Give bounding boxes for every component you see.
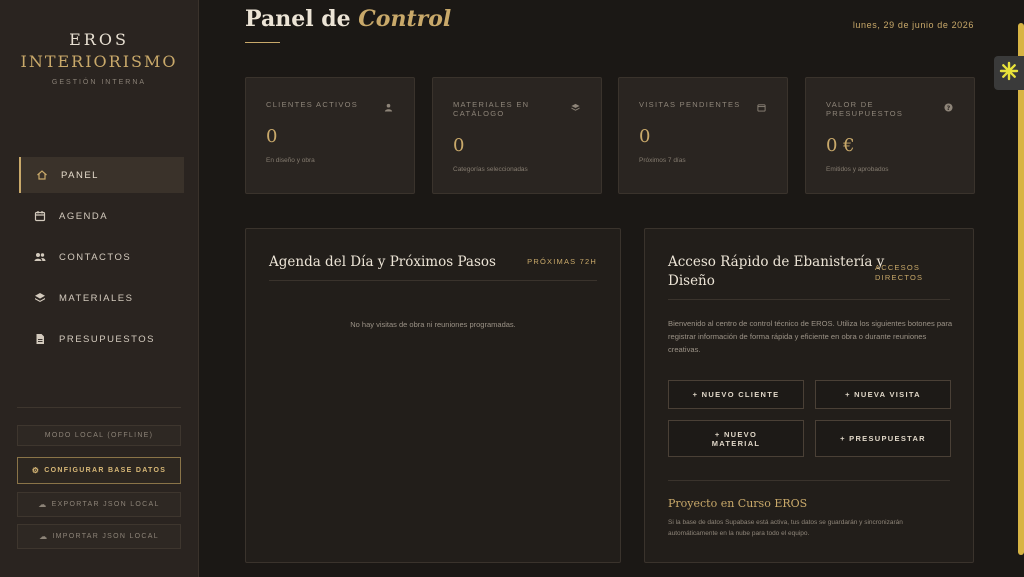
import-json-button[interactable]: ☁ IMPORTAR JSON LOCAL (17, 524, 181, 549)
export-json-button[interactable]: ☁ EXPORTAR JSON LOCAL (17, 492, 181, 517)
brand-tagline: GESTIÓN INTERNA (51, 79, 147, 86)
calendar-icon (757, 99, 767, 112)
sidebar-nav: PANEL AGENDA CONTACTOS MATERIALES PRESUP… (19, 157, 184, 362)
current-date: lunes, 29 de junio de 2026 (852, 20, 974, 30)
configure-database-label: CONFIGURAR BASE DATOS (44, 467, 167, 474)
stat-label: VISITAS PENDIENTES (639, 100, 741, 109)
agenda-panel: Agenda del Día y Próximos Pasos PRÓXIMAS… (245, 228, 621, 563)
main-content: Panel de Control lunes, 29 de junio de 2… (199, 0, 1024, 577)
stat-value: 0 € (826, 135, 855, 156)
title-underline (245, 42, 280, 43)
layers-icon (571, 99, 581, 111)
stat-description: Categorías seleccionadas (453, 166, 528, 173)
quick-access-tag-line2: DIRECTOS (875, 273, 924, 282)
import-json-label: IMPORTAR JSON LOCAL (52, 533, 159, 540)
stat-description: Próximos 7 días (639, 157, 686, 164)
quick-access-tag-line1: ACCESOS (875, 263, 921, 272)
sidebar-item-contactos[interactable]: CONTACTOS (19, 239, 184, 275)
stat-label: VALOR DE PRESUPUESTOS (826, 100, 904, 118)
document-icon (33, 332, 47, 346)
export-json-label: EXPORTAR JSON LOCAL (51, 501, 160, 508)
new-client-button[interactable]: + NUEVO CLIENTE (668, 380, 804, 409)
stat-label: CLIENTES ACTIVOS (266, 100, 359, 109)
agenda-empty-message: No hay visitas de obra ni reuniones prog… (350, 320, 516, 329)
brand-name: EROS (69, 30, 129, 49)
quick-access-title-line1: Acceso Rápido de Ebanistería y (668, 254, 885, 270)
quick-access-intro: Bienvenido al centro de control técnico … (668, 319, 953, 354)
sidebar-item-materiales[interactable]: MATERIALES (19, 280, 184, 316)
home-icon (35, 168, 49, 182)
scrollbar[interactable] (1018, 23, 1024, 555)
configure-database-button[interactable]: ⚙ CONFIGURAR BASE DATOS (17, 457, 181, 484)
page-title-main: Panel de (245, 6, 351, 32)
sidebar: EROS INTERIORISMO GESTIÓN INTERNA PANEL … (0, 0, 199, 577)
agenda-title: Agenda del Día y Próximos Pasos (269, 254, 496, 270)
stat-card-materials: MATERIALES EN CATÁLOGO 0 Categorías sele… (432, 77, 602, 194)
sidebar-item-label: PANEL (61, 169, 99, 181)
new-visit-button[interactable]: + NUEVA VISITA (815, 380, 951, 409)
people-icon (33, 250, 47, 264)
new-material-label-line1: + NUEVO (714, 429, 758, 439)
offline-mode-badge: MODO LOCAL (OFFLINE) (17, 425, 181, 446)
project-divider (668, 480, 950, 481)
stat-description: Emitidos y aprobados (826, 166, 889, 173)
sidebar-item-panel[interactable]: PANEL (19, 157, 184, 193)
quick-access-tag: ACCESOS DIRECTOS (875, 263, 923, 283)
create-quote-button[interactable]: + PRESUPUESTAR (815, 420, 951, 457)
quick-access-divider (668, 299, 950, 300)
stat-card-clients: CLIENTES ACTIVOS 0 En diseño y obra (245, 77, 415, 194)
stat-value: 0 (266, 126, 278, 147)
quick-access-title-line2: Diseño (668, 273, 715, 289)
cloud-upload-icon: ☁ (39, 532, 49, 541)
stat-description: En diseño y obra (266, 157, 315, 164)
user-icon (384, 99, 394, 112)
sidebar-item-label: PRESUPUESTOS (59, 333, 155, 345)
brand-subtitle: INTERIORISMO (20, 52, 178, 71)
new-material-label-line2: MATERIAL (711, 438, 761, 448)
brand-logo: EROS INTERIORISMO GESTIÓN INTERNA (0, 30, 198, 86)
calendar-icon (33, 209, 47, 223)
agenda-tag: PRÓXIMAS 72H (527, 257, 597, 266)
stat-card-budget-value: VALOR DE PRESUPUESTOS ? 0 € Emitidos y a… (805, 77, 975, 194)
new-material-button[interactable]: + NUEVO MATERIAL (668, 420, 804, 457)
page-title: Panel de Control (245, 6, 451, 32)
sidebar-item-label: MATERIALES (59, 292, 134, 304)
svg-text:?: ? (947, 105, 951, 112)
agenda-divider (269, 280, 597, 281)
layers-icon (33, 291, 47, 305)
gear-icon: ⚙ (31, 466, 41, 475)
project-title: Proyecto en Curso EROS (668, 497, 808, 510)
sparkle-icon (999, 61, 1019, 86)
sidebar-divider (17, 407, 181, 408)
sidebar-item-label: AGENDA (59, 210, 109, 222)
quick-access-panel: Acceso Rápido de Ebanistería y Diseño AC… (644, 228, 974, 563)
page-title-accent: Control (358, 6, 452, 32)
help-icon: ? (944, 99, 954, 112)
accessibility-widget-button[interactable] (994, 56, 1024, 90)
sidebar-item-agenda[interactable]: AGENDA (19, 198, 184, 234)
sidebar-item-label: CONTACTOS (59, 251, 132, 263)
sidebar-item-presupuestos[interactable]: PRESUPUESTOS (19, 321, 184, 357)
quick-access-title: Acceso Rápido de Ebanistería y Diseño (668, 253, 884, 291)
stat-value: 0 (639, 126, 651, 147)
cloud-download-icon: ☁ (38, 500, 48, 509)
project-description: Si la base de datos Supabase está activa… (668, 519, 903, 537)
stat-label: MATERIALES EN CATÁLOGO (453, 100, 530, 118)
stat-value: 0 (453, 135, 465, 156)
stat-card-visits: VISITAS PENDIENTES 0 Próximos 7 días (618, 77, 788, 194)
